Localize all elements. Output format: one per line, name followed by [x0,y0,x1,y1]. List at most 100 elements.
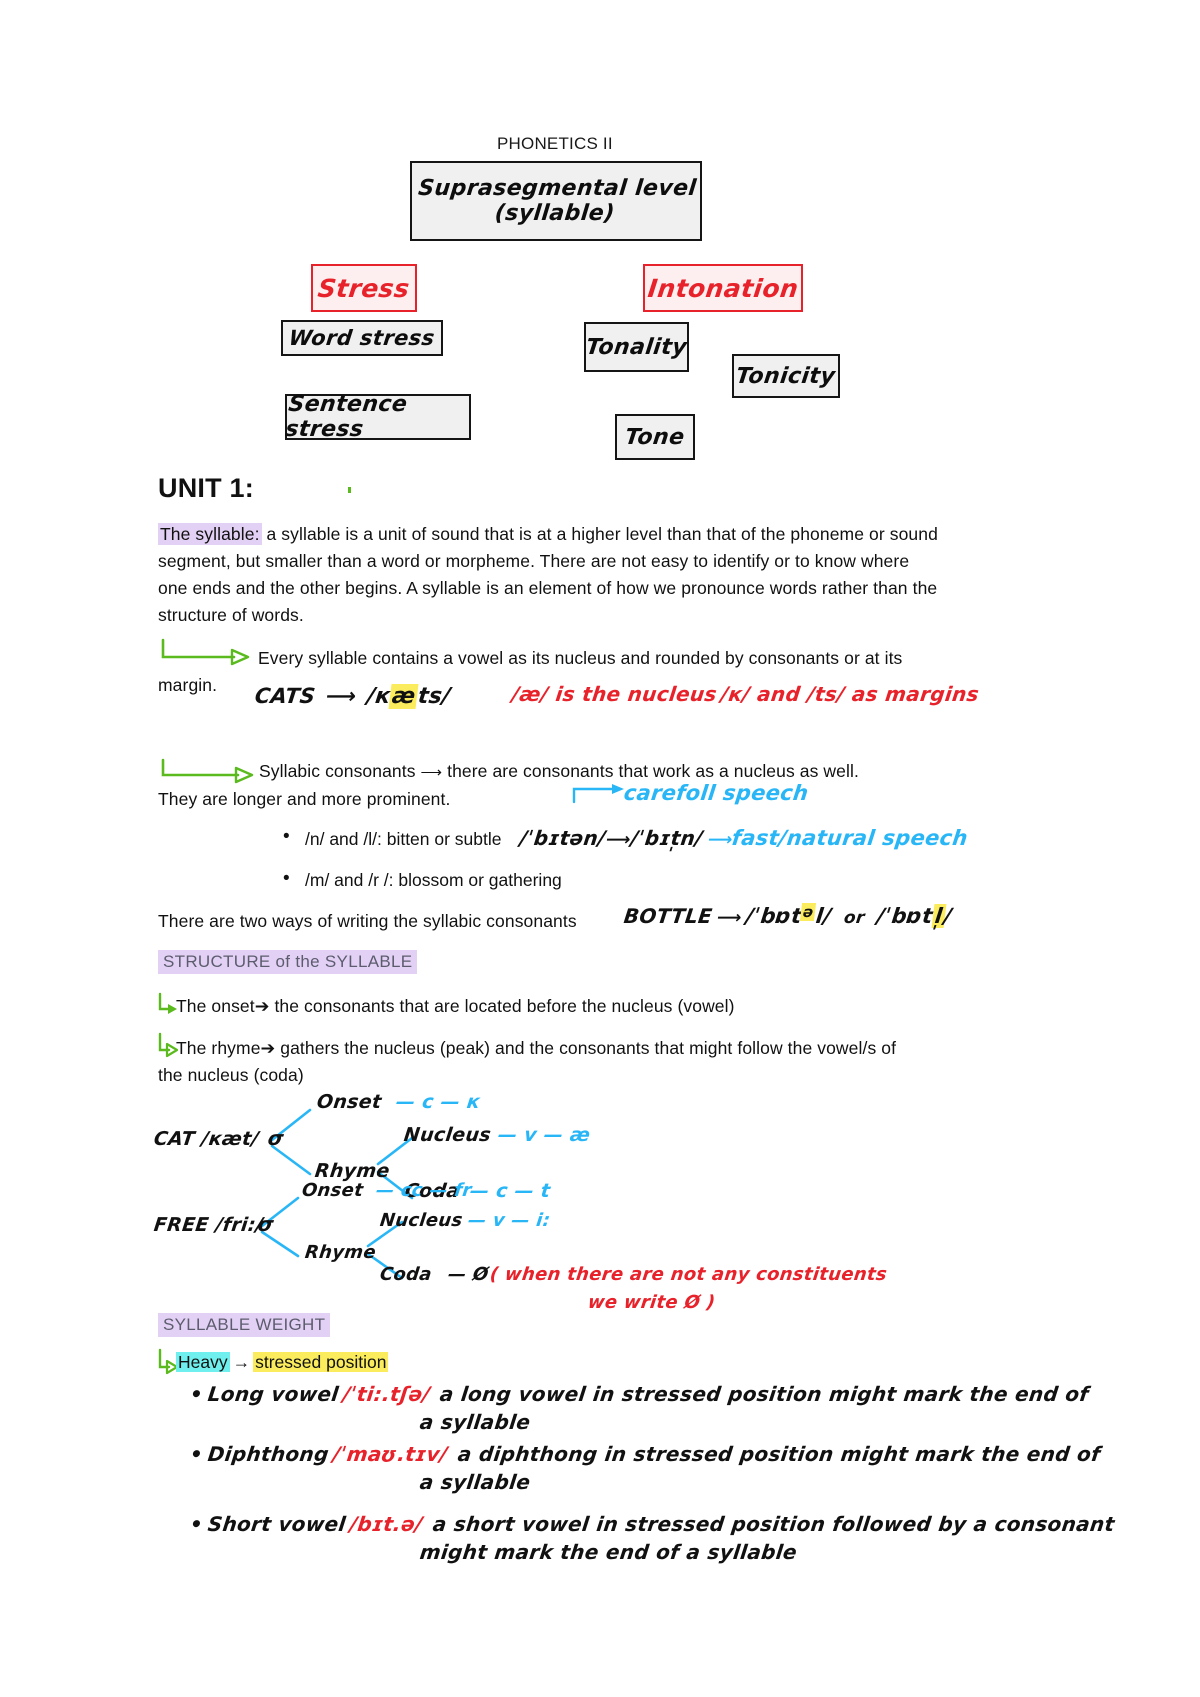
node-tone-label: Tone [623,424,687,450]
tree-cat-nucleus-value: — v — æ [496,1124,592,1146]
syllable-definition: The syllable: a syllable is a unit of so… [158,521,940,629]
node-stress: Stress [311,264,417,312]
bottle-ipa-a-post: l/ [814,904,833,928]
bottle-ipa-a-schwa: ə [800,903,818,921]
tree-cat-word: CAT /кæt/ [152,1128,261,1150]
node-suprasegmental: Suprasegmental level (syllable) [410,161,702,241]
tree-free-nucleus-value: — v — i: [466,1210,552,1231]
bullet-n-l-text: /n/ and /l/: bitten or subtle [305,829,502,849]
cats-note-line1: /æ/ is the nucleus [510,682,719,706]
diphthong-term: Diphthong [206,1442,330,1466]
green-arrow-icon [161,638,250,666]
tree-cat-sigma: σ [266,1126,286,1150]
heavy-value: stressed position [253,1352,389,1372]
long-vowel-desc-line2: a syllable [418,1410,532,1434]
weight-item-long-vowel: • Long vowel /ˈti:.tʃə/ a long vowel in … [188,1382,1170,1434]
tree-cat-onset: Onset [315,1091,383,1113]
bitten-ipa-b: /ˈbɪt̩n/ [629,826,705,850]
cats-ipa-close: ts/ [416,684,452,709]
two-ways-text: There are two ways of writing the syllab… [158,911,577,931]
node-tone: Tone [615,414,695,460]
structure-heading: STRUCTURE of the SYLLABLE [158,950,418,974]
weight-item-diphthong: • Diphthong /ˈmaʊ.tɪv/ a diphthong in st… [188,1442,1170,1494]
syllable-tree-free: FREE /fri:/ σ Onset — cc — fr Rhyme Nucl… [150,1180,910,1313]
syllable-definition-text: a syllable is a unit of sound that is at… [158,524,938,625]
node-tonality-label: Tonality [584,334,689,360]
node-supra-line1: Suprasegmental level [416,175,698,201]
green-hook-icon-1 [158,992,177,1014]
node-sentence-stress: Sentence stress [283,392,471,442]
tree-free-branches [260,1196,404,1280]
node-tonicity: Tonicity [732,354,840,398]
weight-bullet-icon-2: • [188,1442,205,1466]
weight-bullet-icon-3: • [188,1512,205,1536]
bottle-or: or [842,908,866,928]
tree-free-coda-value: — Ø [446,1264,490,1285]
tree-cat-onset-value: — c — к [394,1091,482,1113]
bottle-arrow-icon: ⟶ [715,908,743,928]
nucleus-point-margin: margin. [158,675,218,695]
green-hook-icon-3 [158,1348,179,1375]
heavy-row: Heavy → stressed position [176,1352,389,1373]
careful-speech-note: carefoll speech [622,781,810,805]
cats-word: CATS [253,684,317,708]
green-speck-icon [348,487,351,493]
heavy-arrow-icon: → [232,1352,251,1372]
bottle-example: BOTTLE ⟶ /ˈbɒtəl/ or /ˈbɒtl̩/ [622,903,954,928]
fast-natural-note: fast/natural speech [730,826,970,850]
list-item-m-r: /m/ and /r /: blossom or gathering [283,866,562,893]
diphthong-desc-line1: a diphthong in stressed position might m… [456,1442,1102,1466]
node-tonicity-label: Tonicity [734,363,838,389]
long-vowel-term: Long vowel [206,1382,340,1406]
cats-red-note: /æ/ is the nucleus /к/ and /ts/ as margi… [510,678,981,713]
nucleus-point-text: Every syllable contains a vowel as its n… [258,648,903,668]
weight-item-short-vowel: • Short vowel /bɪt.ə/ a short vowel in s… [188,1512,1170,1564]
tree-free-sigma: σ [256,1212,276,1236]
tree-free-nucleus: Nucleus [378,1210,464,1231]
green-hook-icon-2 [158,1032,179,1058]
rhyme-definition-line2: the nucleus (coda) [158,1065,304,1085]
bottle-ipa-b-pre: /ˈbɒt [875,904,935,928]
node-intonation-label: Intonation [646,273,800,303]
bottle-word: BOTTLE [622,904,714,928]
tree-free-word: FREE /fri:/ [152,1214,265,1236]
tree-free-onset: Onset [300,1180,365,1201]
tree-cat-rhyme: Rhyme [313,1160,392,1182]
node-word-stress: Word stress [281,320,443,356]
syllable-definition-label: The syllable: [158,523,262,545]
tree-free-coda: Coda [378,1264,434,1285]
syllabic-lead: Syllabic consonants [259,761,416,781]
syllabic-arrow-icon: ⟶ [420,764,443,781]
weight-heading-wrap: SYLLABLE WEIGHT [158,1313,331,1337]
short-vowel-term: Short vowel [206,1512,347,1536]
cats-note-line2: /к/ and /ts/ as margins [719,682,981,706]
cats-ipa-nucleus: æ [388,684,420,709]
diphthong-ipa: /ˈmaʊ.tɪv/ [331,1442,449,1466]
long-vowel-desc-line1: a long vowel in stressed position might … [438,1382,1091,1406]
page-title: UNIT 1: [158,473,254,503]
notes-page: PHONETICS II Suprasegmental level (sylla… [0,0,1200,1697]
short-vowel-ipa: /bɪt.ə/ [348,1512,424,1536]
green-arrow-icon-2 [161,758,254,784]
syllabic-line2: They are longer and more prominent. [158,789,451,809]
node-tonality: Tonality [584,322,689,372]
bottle-ipa-b-post: / [942,904,954,928]
list-item-n-l: /n/ and /l/: bitten or subtle /ˈbɪtən/⟶/… [283,824,970,853]
node-supra-line2: (syllable) [493,201,616,226]
suprasegmental-diagram: PHONETICS II Suprasegmental level (sylla… [0,0,1200,470]
tree-free-note-line2: we write Ø ) [586,1292,717,1313]
onset-definition: The onset➔ the consonants that are locat… [176,996,735,1016]
diphthong-desc-line2: a syllable [418,1470,532,1494]
heavy-label: Heavy [176,1352,230,1372]
cats-example: CATS ⟶ /кæts/ [253,684,452,709]
bottle-ipa-a-pre: /ˈbɒt [744,904,803,928]
weight-bullet-icon-1: • [188,1382,205,1406]
cats-ipa-open: /к [365,684,392,709]
short-vowel-desc-line1: a short vowel in stressed position follo… [431,1512,1116,1536]
node-word-stress-label: Word stress [287,326,437,350]
bitten-ipa-a: /ˈbɪtən/ [518,826,608,850]
structure-heading-wrap: STRUCTURE of the SYLLABLE [158,950,418,974]
node-intonation: Intonation [643,264,803,312]
node-sentence-stress-label: Sentence stress [283,392,409,442]
short-vowel-desc-line2: might mark the end of a syllable [418,1540,799,1564]
